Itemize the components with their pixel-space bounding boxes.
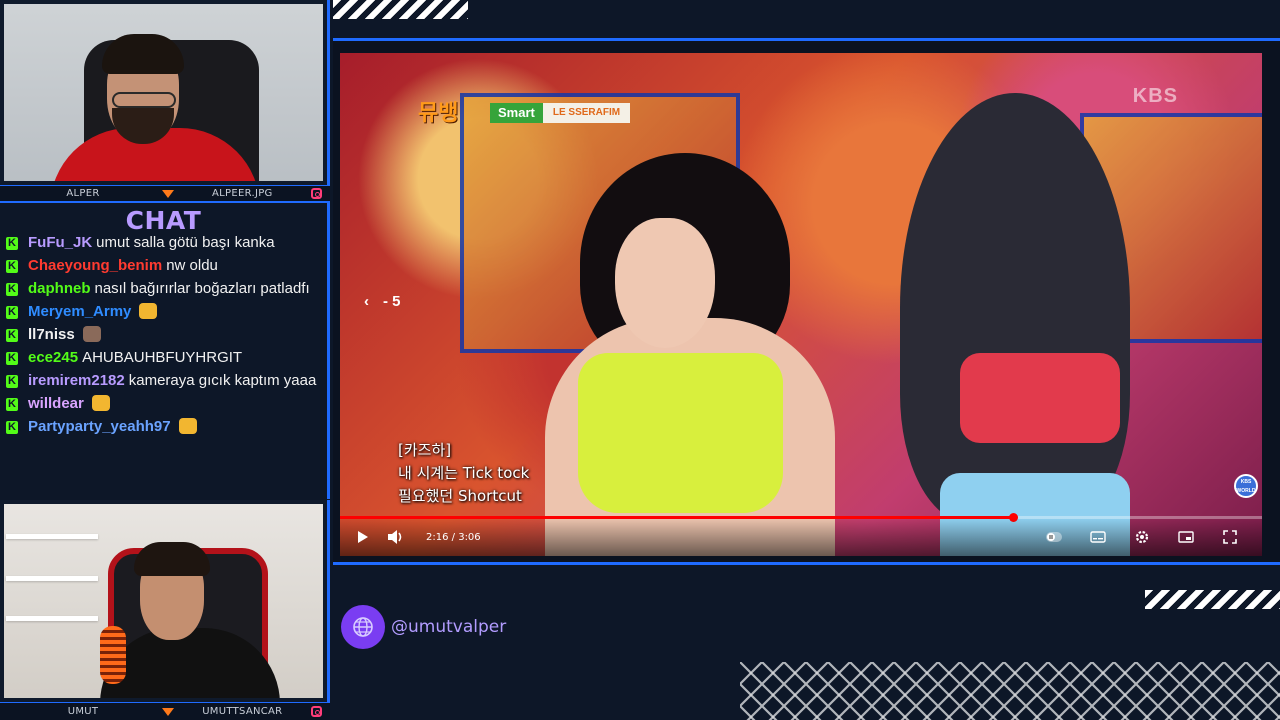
settings-button[interactable] <box>1130 525 1154 549</box>
autoplay-icon <box>1046 532 1062 542</box>
chat-panel: CHAT K FuFu_JK umut salla götü başı kanka K… <box>0 201 330 499</box>
subtitles-button[interactable] <box>1086 525 1110 549</box>
globe-badge <box>341 605 385 649</box>
song-title: Smart <box>490 103 543 123</box>
song-artist: LE SSERAFIM <box>542 103 631 123</box>
globe-icon <box>353 617 373 637</box>
dancer-face <box>615 218 715 348</box>
triangle-icon <box>161 189 174 198</box>
chat-text: nasıl bağırırlar boğazları patladfı <box>94 280 310 297</box>
kbs-world-badge: KBS WORLD <box>1234 474 1258 498</box>
chat-message: Kwilldear <box>6 395 321 412</box>
cat-emote <box>91 395 110 411</box>
instagram-icon <box>310 188 322 199</box>
decorative-stripes <box>1145 590 1280 609</box>
social-handle: @umutvalper <box>341 605 506 649</box>
kick-badge-icon: K <box>6 375 18 388</box>
fullscreen-button[interactable] <box>1218 525 1242 549</box>
top-webcam <box>0 0 330 185</box>
volume-icon <box>388 530 402 544</box>
chat-message: Kece245 AHUBAUHBFUYHRGIT <box>6 349 321 366</box>
play-icon <box>358 531 368 543</box>
instagram-icon <box>310 706 322 717</box>
volume-button[interactable] <box>384 525 408 549</box>
chat-text: umut salla götü başı kanka <box>96 234 275 251</box>
subtitle-line: 필요했던 Shortcut <box>398 487 522 505</box>
chat-username[interactable]: willdear <box>28 395 84 412</box>
time-display: 2:16 / 3:06 <box>426 531 481 543</box>
dancer <box>900 93 1130 523</box>
chat-username[interactable]: iremirem2182 <box>28 372 125 389</box>
seek-seconds: - 5 <box>383 293 401 310</box>
gear-icon <box>1135 530 1149 544</box>
handle-text: @umutvalper <box>391 617 507 637</box>
broadcaster-logo: KBS <box>1132 85 1178 107</box>
chat-username[interactable]: FuFu_JK <box>28 234 92 251</box>
decorative-stripes <box>333 0 468 19</box>
autoplay-toggle[interactable] <box>1042 525 1066 549</box>
seek-back-indicator: ‹ - 5 <box>364 293 401 310</box>
chat-message: K Partyparty_yeahh97 <box>6 418 321 435</box>
chat-message: K FuFu_JK umut salla götü başı kanka <box>6 234 321 251</box>
chat-message: Kiremirem2182 kameraya gıcık kaptım yaaa <box>6 372 321 389</box>
chat-username[interactable]: Meryem_Army <box>28 303 131 320</box>
player-controls: 2:16 / 3:06 <box>340 518 1262 556</box>
chat-username[interactable]: ll7niss <box>28 326 75 343</box>
subtitles: [카즈하] 내 시계는 Tick tock 필요했던 Shortcut <box>398 439 529 508</box>
show-logo: 뮤뱅 <box>418 101 459 126</box>
face-emote <box>82 326 101 342</box>
chat-title: CHAT <box>125 206 202 235</box>
streamer-name: UMUT <box>67 706 99 717</box>
streamer-social: ALPEER.JPG <box>212 188 273 199</box>
chat-text: kameraya gıcık kaptım yaaa <box>128 372 317 389</box>
chat-message: Kdaphneb nasıl bağırırlar boğazları patla… <box>6 280 321 297</box>
triangle-icon <box>161 707 174 716</box>
chat-message: K Chaeyoung_benim nw oldu <box>6 257 321 274</box>
kick-badge-icon: K <box>6 237 18 250</box>
kick-badge-icon: K <box>6 260 18 273</box>
cat-emote <box>139 303 158 319</box>
chat-message: Kll7niss <box>6 326 321 343</box>
fullscreen-icon <box>1223 530 1237 544</box>
decorative-diamond-pattern <box>740 662 1280 720</box>
kick-badge-icon: K <box>6 421 18 434</box>
dancer-outfit <box>578 353 783 513</box>
bottom-webcam-nameplate: UMUT UMUTTSANCAR <box>0 702 330 720</box>
streamer-social: UMUTTSANCAR <box>202 706 283 717</box>
kick-badge-icon: K <box>6 306 18 319</box>
streamer-name: ALPER <box>66 188 100 199</box>
miniplayer-button[interactable] <box>1174 525 1198 549</box>
miniplayer-icon <box>1178 531 1194 543</box>
chevron-left-icon: ‹ <box>364 293 369 310</box>
chat-message: K Meryem_Army <box>6 303 321 320</box>
song-tag: Smart LE SSERAFIM <box>490 103 631 123</box>
bottom-webcam <box>0 500 330 702</box>
webcam-frame <box>0 0 327 185</box>
subtitle-line: 내 시계는 Tick tock <box>398 464 530 482</box>
captions-icon <box>1090 531 1106 543</box>
chat-text: AHUBAUHBFUYHRGIT <box>82 349 243 366</box>
dancer-outfit <box>960 353 1120 443</box>
chat-message-list: K FuFu_JK umut salla götü başı kanka K Chaey… <box>0 234 327 435</box>
kick-badge-icon: K <box>6 398 18 411</box>
top-webcam-nameplate: ALPER ALPEER.JPG <box>0 185 330 201</box>
subtitle-line: [카즈하] <box>398 441 452 459</box>
kick-badge-icon: K <box>6 329 18 342</box>
webcam-frame <box>0 500 327 702</box>
chat-username[interactable]: ece245 <box>28 349 78 366</box>
chat-text: nw oldu <box>166 257 218 274</box>
cat-emote <box>178 418 197 434</box>
kick-badge-icon: K <box>6 283 18 296</box>
chat-username[interactable]: daphneb <box>28 280 91 297</box>
video-player[interactable]: 뮤뱅 Smart LE SSERAFIM KBS KBS WORLD ‹ - 5… <box>340 53 1262 556</box>
play-button[interactable] <box>350 525 374 549</box>
chat-username[interactable]: Chaeyoung_benim <box>28 257 162 274</box>
chat-username[interactable]: Partyparty_yeahh97 <box>28 418 171 435</box>
kick-badge-icon: K <box>6 352 18 365</box>
